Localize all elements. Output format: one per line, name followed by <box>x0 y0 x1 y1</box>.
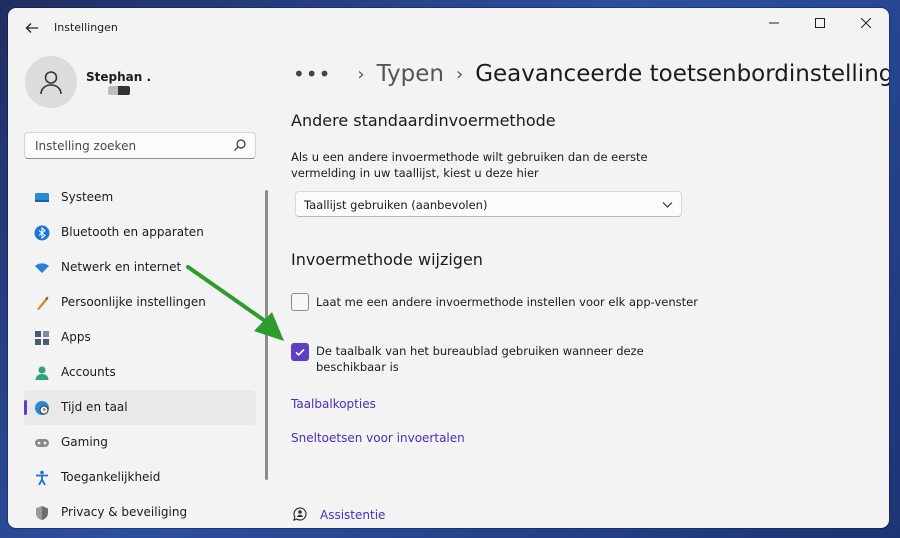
breadcrumb-separator-icon: › <box>357 63 365 85</box>
sidebar-item-label: Systeem <box>61 190 114 204</box>
search-input[interactable] <box>33 138 227 154</box>
input-method-dropdown[interactable]: Taallijst gebruiken (aanbevolen) <box>295 191 682 217</box>
sidebar-item-gaming[interactable]: Gaming <box>24 425 256 460</box>
avatar[interactable] <box>25 56 77 108</box>
apps-icon <box>35 331 49 345</box>
desktop-language-bar-label[interactable]: De taalbalk van het bureaublad gebruiken… <box>316 343 661 375</box>
search-box[interactable] <box>24 132 256 159</box>
get-help-link[interactable]: Assistentie <box>320 508 385 522</box>
title-bar: Instellingen <box>8 8 889 48</box>
globe-clock-icon <box>35 401 49 415</box>
accessibility-icon <box>36 470 48 486</box>
maximize-icon <box>815 18 825 28</box>
sidebar-item-label: Gaming <box>61 435 108 449</box>
close-button[interactable] <box>843 8 889 38</box>
shield-icon <box>36 506 48 520</box>
dropdown-selected-value: Taallijst gebruiken (aanbevolen) <box>304 198 488 212</box>
app-title: Instellingen <box>54 21 118 34</box>
breadcrumb-more-button[interactable]: ••• <box>293 62 331 86</box>
checkmark-icon <box>295 348 305 357</box>
sidebar-item-label: Toegankelijkheid <box>61 470 161 484</box>
input-language-hotkeys-link[interactable]: Sneltoetsen voor invoertalen <box>291 431 465 445</box>
sidebar-item-label: Netwerk en internet <box>61 260 182 274</box>
breadcrumb-separator-icon: › <box>456 63 464 85</box>
maximize-button[interactable] <box>797 8 843 38</box>
sidebar-item-label: Apps <box>61 330 91 344</box>
back-button[interactable] <box>22 18 42 38</box>
breadcrumb: ••• › Typen › Geavanceerde toetsenbordin… <box>293 56 889 92</box>
user-email-redacted <box>108 86 130 95</box>
settings-window: Instellingen Stephan . Systeem Bluetooth… <box>8 8 889 528</box>
section-title-switch-input: Invoermethode wijzigen <box>291 250 483 269</box>
sidebar-item-privacy[interactable]: Privacy & beveiliging <box>24 495 256 528</box>
person-icon <box>35 366 49 380</box>
breadcrumb-parent-link[interactable]: Typen <box>377 61 444 87</box>
sidebar-item-accounts[interactable]: Accounts <box>24 355 256 390</box>
close-icon <box>861 18 871 28</box>
sidebar-item-toegankelijkheid[interactable]: Toegankelijkheid <box>24 460 256 495</box>
page-title: Geavanceerde toetsenbordinstellingen <box>475 61 889 87</box>
per-app-input-label[interactable]: Laat me een andere invoermethode instell… <box>316 294 698 310</box>
language-bar-options-link[interactable]: Taalbalkopties <box>291 397 376 411</box>
monitor-icon <box>35 193 49 202</box>
sidebar-item-label: Bluetooth en apparaten <box>61 225 204 239</box>
minimize-button[interactable] <box>751 8 797 38</box>
sidebar-item-label: Tijd en taal <box>61 400 128 414</box>
person-icon <box>40 71 62 95</box>
section-title-default-input: Andere standaardinvoermethode <box>291 111 556 130</box>
minimize-icon <box>769 22 779 24</box>
sidebar-item-label: Accounts <box>61 365 116 379</box>
chevron-down-icon <box>662 202 673 208</box>
sidebar-item-systeem[interactable]: Systeem <box>24 180 256 215</box>
gamepad-icon <box>35 439 49 447</box>
search-icon[interactable] <box>233 138 247 152</box>
wifi-icon <box>35 263 49 273</box>
desktop-language-bar-checkbox[interactable] <box>291 343 309 361</box>
brush-icon <box>37 296 49 310</box>
back-arrow-icon <box>25 23 38 33</box>
sidebar-item-bluetooth[interactable]: Bluetooth en apparaten <box>24 215 256 250</box>
help-icon <box>293 507 307 521</box>
bluetooth-icon <box>34 225 50 241</box>
sidebar-item-label: Privacy & beveiliging <box>61 505 188 519</box>
annotation-arrow-icon <box>186 265 284 341</box>
sidebar-item-tijd-en-taal[interactable]: Tijd en taal <box>24 390 256 425</box>
user-name: Stephan . <box>86 70 152 84</box>
section-description: Als u een andere invoermethode wilt gebr… <box>291 150 648 180</box>
sidebar-nav: Systeem Bluetooth en apparaten Netwerk e… <box>24 180 256 528</box>
